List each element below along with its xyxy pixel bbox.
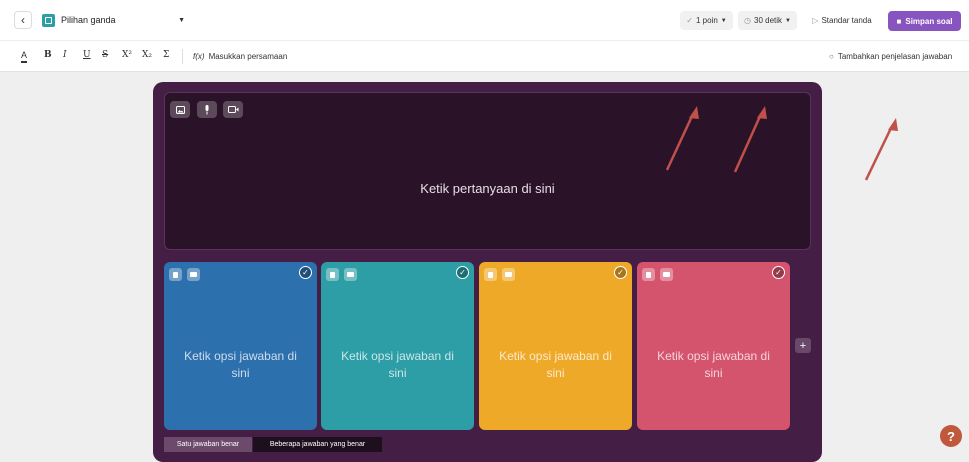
time-label: 30 detik (754, 16, 783, 25)
multiple-correct-answers-toggle[interactable]: Beberapa jawaban yang benar (253, 437, 382, 452)
text-format-icon[interactable] (484, 268, 497, 281)
caret-down-icon: ▼ (720, 17, 727, 24)
bold-button[interactable]: B (44, 50, 52, 60)
tag-icon: ▷ (812, 16, 819, 25)
time-dropdown[interactable]: ◷ 30 detik ▼ (738, 11, 797, 30)
save-label: Simpan soal (905, 16, 953, 26)
save-question-button[interactable]: ■ Simpan soal (888, 11, 961, 31)
image-icon[interactable] (502, 268, 515, 281)
question-input[interactable]: Ketik pertanyaan di sini (164, 92, 811, 250)
answer-option-placeholder: Ketik opsi jawaban di sini (341, 349, 454, 380)
italic-button[interactable]: I (63, 50, 67, 60)
single-correct-answer-toggle[interactable]: Satu jawaban benar (164, 437, 252, 452)
equation-label: Masukkan persamaan (208, 52, 288, 61)
lightbulb-icon: ○ (829, 52, 834, 61)
correct-answer-check-icon[interactable]: ✓ (772, 266, 785, 279)
superscript-button[interactable]: X² (122, 50, 132, 60)
image-icon[interactable] (170, 101, 190, 118)
multiple-choice-icon (42, 13, 55, 27)
correct-answer-check-icon[interactable]: ✓ (299, 266, 312, 279)
answer-option-2[interactable]: ✓ Ketik opsi jawaban di sini (321, 262, 474, 430)
annotation-arrow-icon (733, 106, 767, 173)
insert-equation-button[interactable]: f(x) Masukkan persamaan (193, 52, 287, 61)
strikethrough-button[interactable]: S (102, 50, 108, 60)
correct-answer-check-icon[interactable]: ✓ (456, 266, 469, 279)
text-format-icon[interactable] (326, 268, 339, 281)
top-bar: ‹ Pilihan ganda ▼ ✓ 1 poin ▼ ◷ 30 detik … (0, 0, 969, 40)
help-button[interactable]: ? (940, 425, 962, 447)
function-icon: f(x) (193, 52, 205, 61)
caret-down-icon: ▼ (178, 16, 185, 24)
caret-down-icon: ▼ (785, 17, 791, 24)
answer-option-placeholder: Ketik opsi jawaban di sini (499, 349, 612, 380)
annotation-arrow-icon (665, 106, 699, 171)
question-type-dropdown[interactable]: Pilihan ganda ▼ (42, 9, 185, 31)
add-option-button[interactable]: + (795, 338, 811, 353)
answer-option-placeholder: Ketik opsi jawaban di sini (184, 349, 297, 380)
subscript-button[interactable]: X₂ (142, 50, 152, 60)
points-dropdown[interactable]: ✓ 1 poin ▼ (680, 11, 733, 30)
standard-mark-label: Standar tanda (821, 16, 872, 25)
annotation-arrow-icon (864, 118, 898, 181)
image-icon[interactable] (660, 268, 673, 281)
image-icon[interactable] (344, 268, 357, 281)
back-button[interactable]: ‹ (14, 11, 32, 29)
text-format-icon[interactable] (642, 268, 655, 281)
answer-option-placeholder: Ketik opsi jawaban di sini (657, 349, 770, 380)
chevron-left-icon: ‹ (21, 13, 25, 27)
answer-option-4[interactable]: ✓ Ketik opsi jawaban di sini (637, 262, 790, 430)
sigma-button[interactable]: Σ (163, 50, 169, 60)
clock-icon: ◷ (744, 16, 751, 25)
answer-option-1[interactable]: ✓ Ketik opsi jawaban di sini (164, 262, 317, 430)
text-color-button[interactable]: A (21, 50, 28, 63)
question-type-label: Pilihan ganda (61, 15, 116, 25)
text-format-icon[interactable] (169, 268, 182, 281)
answer-option-3[interactable]: ✓ Ketik opsi jawaban di sini (479, 262, 632, 430)
explanation-label: Tambahkan penjelasan jawaban (837, 52, 953, 61)
microphone-icon[interactable] (197, 101, 217, 118)
question-placeholder: Ketik pertanyaan di sini (420, 181, 555, 196)
video-icon[interactable] (223, 101, 243, 118)
formatting-toolbar: A B I U S X² X₂ Σ f(x) Masukkan persamaa… (0, 40, 969, 72)
image-icon[interactable] (187, 268, 200, 281)
underline-button[interactable]: U (83, 50, 91, 60)
standard-mark-button[interactable]: ▷ Standar tanda (803, 11, 881, 30)
correct-answer-check-icon[interactable]: ✓ (614, 266, 627, 279)
points-label: 1 poin (695, 16, 718, 25)
add-explanation-button[interactable]: ○ Tambahkan penjelasan jawaban (829, 52, 952, 61)
toolbar-divider (182, 49, 183, 64)
check-icon: ✓ (686, 16, 693, 25)
save-icon: ■ (896, 16, 902, 26)
